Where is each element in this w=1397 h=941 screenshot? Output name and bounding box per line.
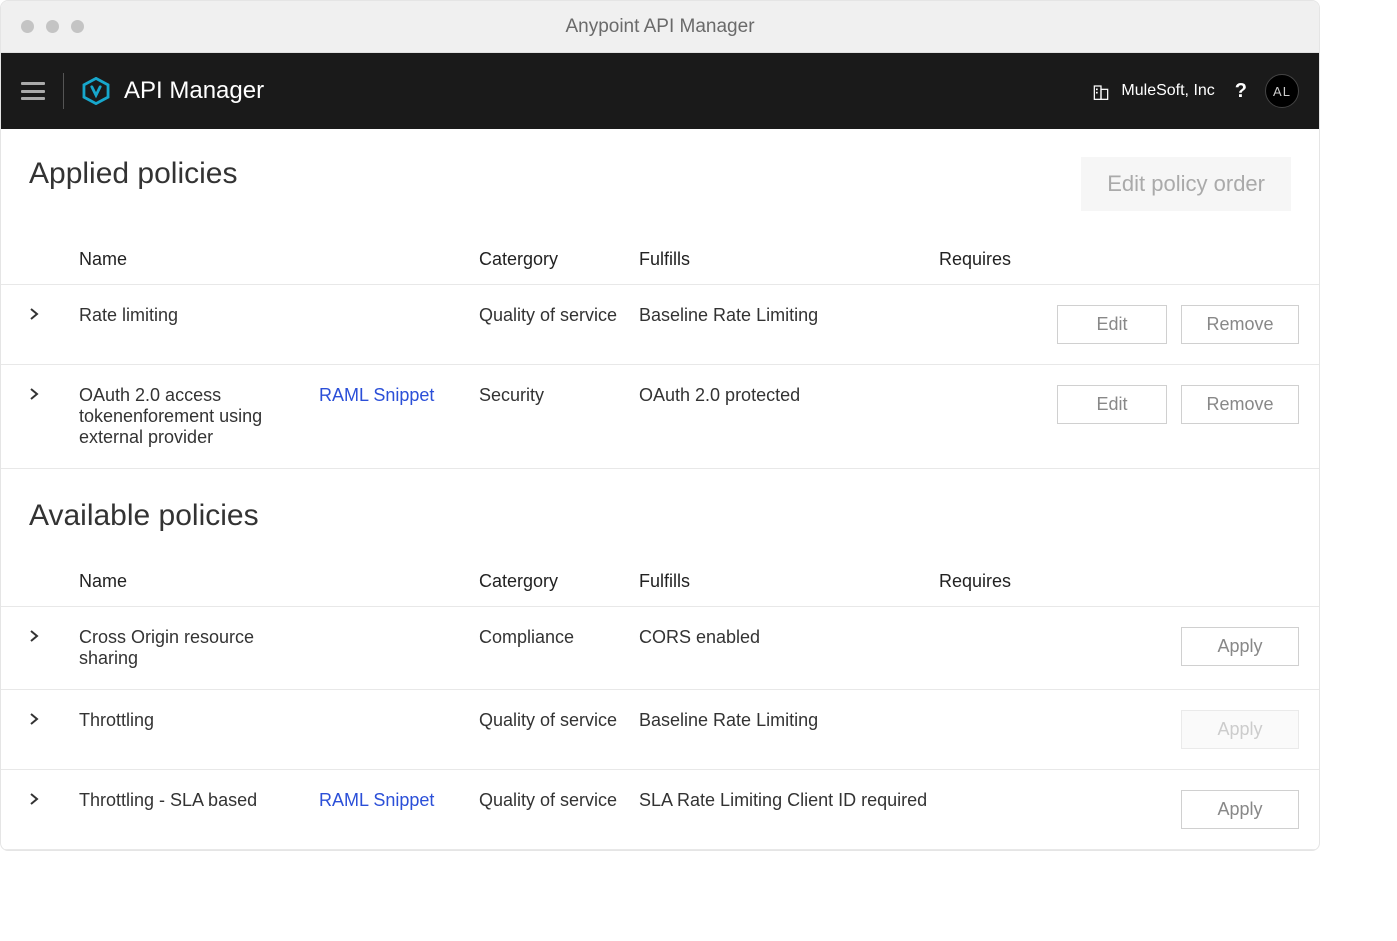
raml-snippet-link[interactable]: RAML Snippet — [319, 385, 479, 406]
policy-category: Quality of service — [479, 790, 639, 811]
nav-divider — [63, 73, 64, 109]
applied-header: Applied policies Edit policy order — [1, 157, 1319, 219]
col-category: Catergory — [479, 571, 639, 592]
window-title: Anypoint API Manager — [1, 16, 1319, 38]
policy-fulfills: Baseline Rate Limiting — [639, 305, 939, 326]
policy-category: Quality of service — [479, 305, 639, 326]
available-table: Name Catergory Fulfills Requires Cross O… — [1, 541, 1319, 850]
applied-title: Applied policies — [29, 157, 237, 191]
remove-button[interactable]: Remove — [1181, 385, 1299, 424]
raml-snippet-link[interactable]: RAML Snippet — [319, 790, 479, 811]
remove-button[interactable]: Remove — [1181, 305, 1299, 344]
policy-category: Security — [479, 385, 639, 406]
policy-name: Throttling — [79, 710, 319, 731]
col-category: Catergory — [479, 249, 639, 270]
edit-button[interactable]: Edit — [1057, 385, 1167, 424]
col-fulfills: Fulfills — [639, 249, 939, 270]
maximize-window-icon[interactable] — [71, 20, 84, 33]
apply-button[interactable]: Apply — [1181, 627, 1299, 666]
available-row: Throttling Quality of service Baseline R… — [1, 690, 1319, 770]
building-icon — [1091, 81, 1111, 101]
policy-fulfills: CORS enabled — [639, 627, 939, 648]
policy-name: OAuth 2.0 access tokenenforement using e… — [79, 385, 319, 448]
anypoint-logo-icon — [82, 77, 110, 105]
policy-category: Compliance — [479, 627, 639, 648]
top-nav: API Manager MuleSoft, Inc ? AL — [1, 53, 1319, 129]
available-row: Throttling - SLA based RAML Snippet Qual… — [1, 770, 1319, 850]
expand-icon[interactable] — [29, 305, 79, 326]
policy-fulfills: OAuth 2.0 protected — [639, 385, 939, 406]
apply-button[interactable]: Apply — [1181, 790, 1299, 829]
available-row: Cross Origin resource sharing Compliance… — [1, 607, 1319, 690]
avatar[interactable]: AL — [1265, 74, 1299, 108]
applied-row: Rate limiting Quality of service Baselin… — [1, 285, 1319, 365]
applied-table: Name Catergory Fulfills Requires Rate li… — [1, 219, 1319, 469]
menu-icon[interactable] — [21, 82, 45, 100]
policy-fulfills: Baseline Rate Limiting — [639, 710, 939, 731]
app-name: API Manager — [124, 77, 264, 105]
col-requires: Requires — [939, 249, 1049, 270]
apply-button: Apply — [1181, 710, 1299, 749]
applied-row: OAuth 2.0 access tokenenforement using e… — [1, 365, 1319, 469]
minimize-window-icon[interactable] — [46, 20, 59, 33]
col-name: Name — [79, 249, 319, 270]
expand-icon[interactable] — [29, 385, 79, 406]
policy-name: Throttling - SLA based — [79, 790, 319, 811]
policy-name: Rate limiting — [79, 305, 319, 326]
expand-icon[interactable] — [29, 627, 79, 648]
app-window: Anypoint API Manager API Manager MuleSof… — [0, 0, 1320, 851]
edit-button[interactable]: Edit — [1057, 305, 1167, 344]
policy-fulfills: SLA Rate Limiting Client ID required — [639, 790, 939, 811]
org-name: MuleSoft, Inc — [1121, 82, 1214, 100]
main-content: Applied policies Edit policy order Name … — [1, 129, 1319, 850]
close-window-icon[interactable] — [21, 20, 34, 33]
col-requires: Requires — [939, 571, 1049, 592]
titlebar: Anypoint API Manager — [1, 1, 1319, 53]
policy-category: Quality of service — [479, 710, 639, 731]
expand-icon[interactable] — [29, 710, 79, 731]
help-icon[interactable]: ? — [1235, 80, 1247, 103]
window-controls — [21, 20, 84, 33]
policy-name: Cross Origin resource sharing — [79, 627, 319, 669]
org-selector[interactable]: MuleSoft, Inc — [1091, 81, 1214, 101]
available-title: Available policies — [29, 499, 259, 533]
expand-icon[interactable] — [29, 790, 79, 811]
available-thead: Name Catergory Fulfills Requires — [1, 541, 1319, 607]
edit-policy-order-button[interactable]: Edit policy order — [1081, 157, 1291, 211]
available-header: Available policies — [1, 499, 1319, 541]
col-name: Name — [79, 571, 319, 592]
applied-thead: Name Catergory Fulfills Requires — [1, 219, 1319, 285]
col-fulfills: Fulfills — [639, 571, 939, 592]
